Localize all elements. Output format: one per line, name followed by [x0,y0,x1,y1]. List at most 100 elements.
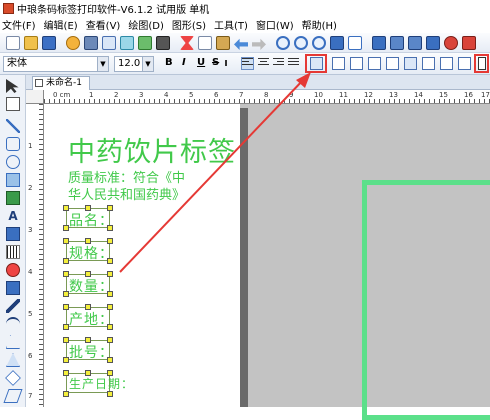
align-left-icon[interactable] [241,57,254,70]
resize-handle[interactable] [107,304,113,310]
layer-icon[interactable] [426,36,440,50]
pointer-icon[interactable] [6,79,19,93]
resize-handle[interactable] [63,304,69,310]
field-batch-number[interactable]: 批号： [66,340,113,361]
barcode-tool-icon[interactable] [6,245,20,259]
picture-tool-icon[interactable] [6,191,20,205]
resize-handle[interactable] [107,258,113,264]
image-tool-icon[interactable] [6,173,20,187]
zoom-in-icon[interactable] [276,36,290,50]
align-objects-right-icon[interactable] [350,57,363,70]
ungroup-icon[interactable] [390,36,404,50]
zoom-out-icon[interactable] [294,36,308,50]
resize-handle[interactable] [63,225,69,231]
resize-handle[interactable] [63,391,69,397]
new-document-icon[interactable] [6,36,20,50]
resize-handle[interactable] [107,225,113,231]
resize-handle[interactable] [63,205,69,211]
resize-handle[interactable] [107,238,113,244]
paste-icon[interactable] [216,36,230,50]
select-tool-icon[interactable] [6,97,20,111]
cut-icon[interactable] [180,36,194,50]
align-objects-top-icon[interactable] [368,57,381,70]
align-justify-icon[interactable] [288,58,299,69]
arc-tool-icon[interactable] [6,317,20,331]
record-icon[interactable] [444,36,458,50]
barcode-icon[interactable] [156,36,170,50]
print-icon[interactable] [84,36,98,50]
align-center-icon[interactable] [258,58,269,69]
print-preview-icon[interactable] [102,36,116,50]
order-icon[interactable] [408,36,422,50]
label-title[interactable]: 中药饮片标签 [68,130,236,169]
menu-shape[interactable]: 图形(S) [172,17,206,32]
resize-handle[interactable] [85,271,91,277]
menu-draw[interactable]: 绘图(D) [128,17,164,32]
polygon-tool-icon[interactable] [6,335,20,349]
distribute-horizontal-icon[interactable] [458,57,471,70]
resize-handle[interactable] [107,205,113,211]
rich-text-tool-icon[interactable] [6,227,20,241]
chevron-down-icon[interactable]: ▼ [97,57,108,71]
menu-help[interactable]: 帮助(H) [302,17,337,32]
tab-untitled-1[interactable]: 未命名-1 * [32,76,90,100]
rectangle-tool-icon[interactable] [6,137,20,151]
resize-handle[interactable] [63,291,69,297]
text-tool-icon[interactable]: A [6,209,20,223]
group-icon[interactable] [372,36,386,50]
field-origin[interactable]: 产地： [66,307,113,328]
resize-handle[interactable] [85,370,91,376]
resize-handle[interactable] [107,271,113,277]
snap-icon[interactable] [348,36,362,50]
redo-icon[interactable] [252,38,266,50]
resize-handle[interactable] [107,337,113,343]
open-folder-icon[interactable] [24,36,38,50]
menu-tools[interactable]: 工具(T) [214,17,248,32]
database-icon[interactable] [66,36,80,50]
align-right-icon[interactable] [273,58,284,69]
resize-handle[interactable] [85,205,91,211]
resize-handle[interactable] [63,337,69,343]
lock-icon[interactable] [462,36,476,50]
label-standard-text[interactable]: 质量标准：符合《中 华人民共和国药典》 [68,170,218,204]
resize-handle[interactable] [107,324,113,330]
resize-handle[interactable] [63,271,69,277]
chevron-down-icon[interactable]: ▼ [142,57,153,71]
curve-tool-icon[interactable] [6,299,20,313]
save-icon[interactable] [42,36,56,50]
align-objects-bottom-icon[interactable] [386,57,399,70]
resize-handle[interactable] [63,258,69,264]
line-tool-icon[interactable] [6,119,20,133]
underline-button[interactable]: U [197,57,205,68]
strikethrough-button[interactable]: S [212,57,219,68]
menu-window[interactable]: 窗口(W) [256,17,294,32]
undo-icon[interactable] [234,38,248,50]
menu-edit[interactable]: 编辑(E) [44,17,78,32]
align-objects-center-icon[interactable] [332,57,345,70]
font-size-select[interactable]: 12.0 ▼ [114,56,154,72]
font-family-select[interactable]: 宋体 ▼ [3,56,109,72]
menu-file[interactable]: 文件(F) [2,17,36,32]
resize-handle[interactable] [107,391,113,397]
qrcode-tool-icon[interactable] [6,263,20,277]
menu-view[interactable]: 查看(V) [86,17,121,32]
label-page[interactable]: 中药饮片标签 质量标准：符合《中 华人民共和国药典》 品名： 规格： 数量： 产… [44,104,240,407]
table-tool-icon[interactable] [6,281,20,295]
export-icon[interactable] [138,36,152,50]
field-product-name[interactable]: 品名： [66,208,113,229]
same-width-icon[interactable] [404,57,417,70]
same-size-icon[interactable] [440,57,453,70]
same-height-icon[interactable] [422,57,435,70]
resize-handle[interactable] [107,357,113,363]
zoom-fit-icon[interactable] [312,36,326,50]
page-setup-icon[interactable] [120,36,134,50]
resize-handle[interactable] [63,238,69,244]
parallelogram-tool-icon[interactable] [3,389,23,403]
italic-button[interactable]: I [182,57,186,68]
diamond-tool-icon[interactable] [5,370,21,386]
resize-handle[interactable] [63,324,69,330]
resize-handle[interactable] [107,370,113,376]
resize-handle[interactable] [85,337,91,343]
field-quantity[interactable]: 数量： [66,274,113,295]
ellipse-tool-icon[interactable] [6,155,20,169]
